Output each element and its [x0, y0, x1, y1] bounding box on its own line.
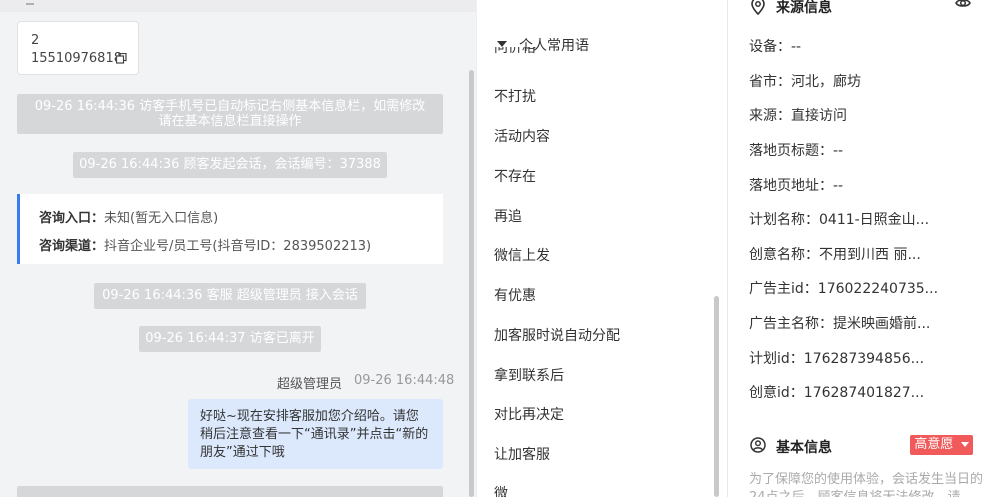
phone-card-line1: 2	[31, 33, 40, 48]
channel-row: 咨询渠道：抖音企业号/员工号(抖音号ID：2839502213)	[39, 235, 371, 254]
field-province-city: 省市：河北，廊坊	[749, 74, 861, 90]
entry-value: 未知(暂无入口信息)	[104, 211, 219, 226]
field-landing-url: 落地页地址：--	[749, 178, 844, 194]
basic-info-title: 基本信息	[776, 440, 832, 456]
system-message-partial	[17, 486, 443, 497]
phrase-item[interactable]: 加客服时说自动分配	[494, 325, 620, 345]
location-pin-icon	[751, 0, 765, 15]
user-circle-icon	[750, 437, 766, 453]
agent-name: 超级管理员	[277, 377, 343, 392]
consult-info-card: 咨询入口：未知(暂无入口信息) 咨询渠道：抖音企业号/员工号(抖音号ID：283…	[17, 194, 443, 264]
phrase-item[interactable]: 不存在	[494, 166, 536, 186]
system-message-text: 09-26 16:44:36 访客手机号已自动标记右侧基本信息栏，如需修改 请在…	[34, 99, 426, 129]
field-source: 来源：直接访问	[749, 108, 847, 124]
phone-number: 15510976818	[31, 51, 122, 66]
chat-panel: 2 15510976818 09-26 16:44:36 访客手机号已自动标记右…	[0, 0, 476, 497]
customer-info-panel: 来源信息 设备：-- 省市：河北，廊坊 来源：直接访问 落地页标题：-- 落地页…	[727, 0, 994, 497]
system-message: 09-26 16:44:36 顾客发起会话，会话编号：37388	[73, 152, 387, 178]
intent-level-dropdown[interactable]: 高意愿	[910, 435, 973, 455]
field-device: 设备：--	[749, 39, 802, 55]
channel-label: 咨询渠道：	[39, 239, 105, 254]
field-plan-id: 计划id：176287394856...	[749, 351, 925, 367]
field-landing-title: 落地页标题：--	[749, 143, 844, 159]
entry-label: 咨询入口：	[39, 211, 105, 226]
system-message: 09-26 16:44:36 访客手机号已自动标记右侧基本信息栏，如需修改 请在…	[17, 94, 443, 134]
eye-settings-icon[interactable]	[954, 0, 972, 12]
phone-card: 2 15510976818	[17, 21, 139, 75]
field-plan-name: 计划名称：0411-日照金山...	[749, 212, 930, 228]
phrase-item[interactable]: 微信上发	[494, 245, 550, 265]
caret-down-icon	[960, 442, 969, 447]
system-message: 09-26 16:44:36 客服 超级管理员 接入会话	[94, 283, 366, 309]
phrase-item[interactable]: 拿到联系后	[494, 365, 564, 385]
copy-icon[interactable]	[116, 53, 127, 64]
notice-text: 为了保障您的使用体验，会话发生当日的24点之后，顾客信息将无法修改，请	[749, 472, 984, 497]
phrases-panel: 个人常用语 问价格 不打扰 活动内容 不存在 再追 微信上发 有优惠 加客服时说…	[476, 0, 727, 497]
field-advertiser-name: 广告主名称：提米映画婚前...	[749, 316, 931, 332]
phrase-item[interactable]: 有优惠	[494, 285, 536, 305]
phrase-item[interactable]: 不打扰	[494, 86, 536, 106]
chat-top-strip	[0, 0, 476, 12]
truncated-text	[26, 3, 34, 5]
phrase-item[interactable]: 微	[494, 483, 508, 497]
field-advertiser-id: 广告主id：176022240735...	[749, 281, 939, 297]
system-message: 09-26 16:44:37 访客已离开	[139, 326, 321, 352]
field-creative-id: 创意id：176287401827...	[749, 385, 925, 401]
phrase-item[interactable]: 活动内容	[494, 126, 550, 146]
phrases-scrollbar[interactable]	[714, 296, 719, 497]
intent-level-label: 高意愿	[914, 437, 954, 452]
phrase-item[interactable]: 让加客服	[494, 444, 550, 464]
field-creative-name: 创意名称：不用到川西 丽...	[749, 247, 921, 263]
message-timestamp: 09-26 16:44:48	[354, 373, 455, 388]
chat-scrollbar[interactable]	[469, 70, 474, 497]
phrase-item[interactable]: 再追	[494, 206, 522, 226]
phrase-item[interactable]: 对比再决定	[494, 404, 564, 424]
phrase-item-partial[interactable]: 问价格	[494, 47, 536, 61]
agent-message-bubble: 好哒~现在安排客服加您介绍哈。请您稍后注意查看一下“通讯录”并点击“新的朋友”通…	[188, 399, 443, 469]
source-info-title: 来源信息	[776, 0, 832, 16]
entry-row: 咨询入口：未知(暂无入口信息)	[39, 207, 218, 226]
channel-value: 抖音企业号/员工号(抖音号ID：2839502213)	[104, 239, 372, 254]
